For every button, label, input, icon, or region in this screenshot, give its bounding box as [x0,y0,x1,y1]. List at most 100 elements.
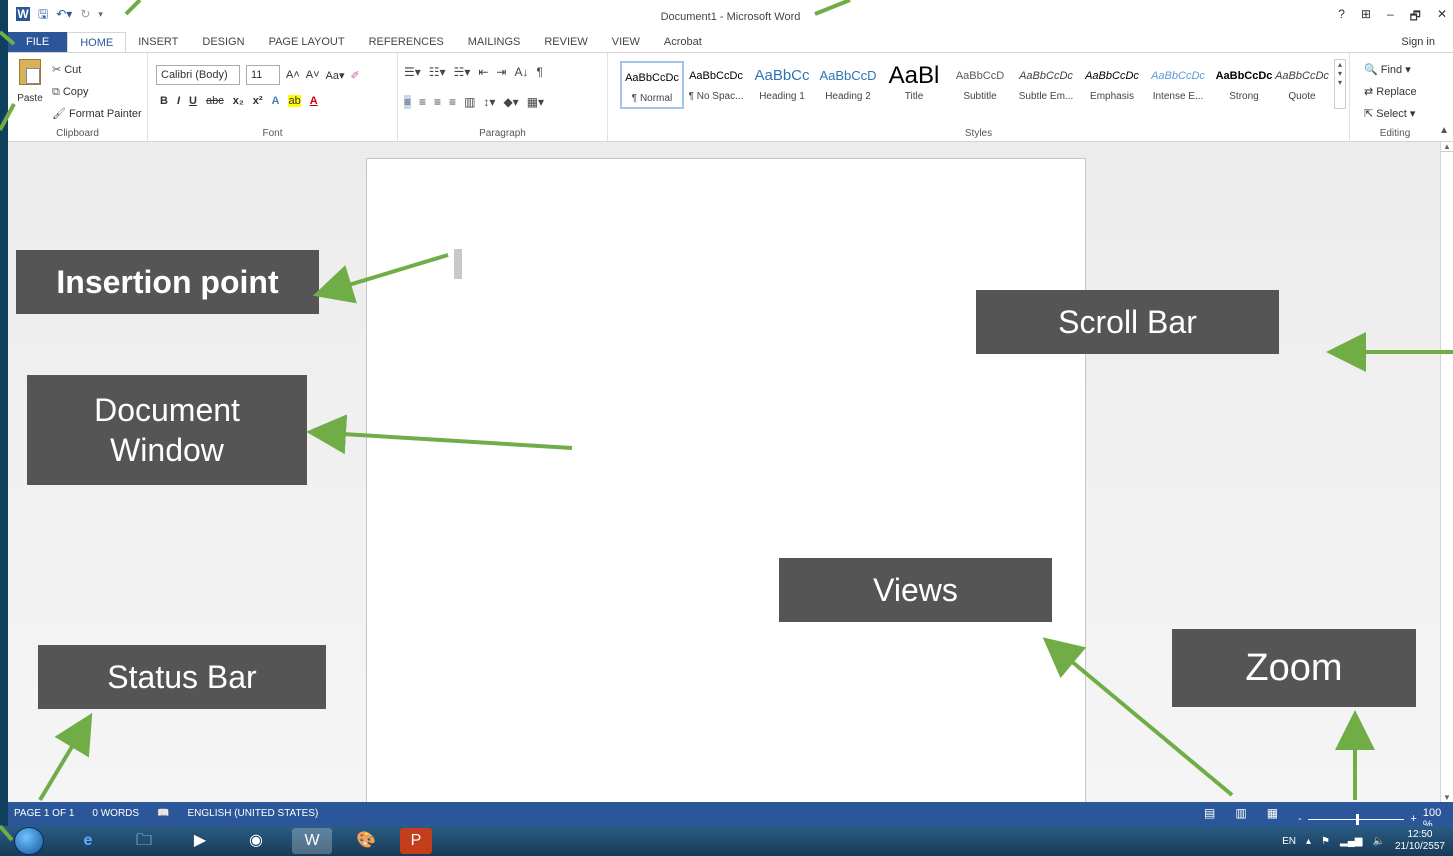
tab-home[interactable]: HOME [67,32,127,52]
volume-icon[interactable]: 🔈 [1372,836,1384,847]
tab-page-layout[interactable]: PAGE LAYOUT [257,32,357,52]
align-center-button[interactable]: ≡ [419,95,426,109]
select-button[interactable]: ⇱ Select ▾ [1364,103,1417,125]
ribbon-display-button[interactable]: ⊞ [1361,7,1371,28]
highlight-button[interactable]: ab [288,95,301,107]
tab-review[interactable]: REVIEW [532,32,599,52]
chrome-icon[interactable]: ◉ [236,828,276,854]
powerpoint-icon[interactable]: P [400,828,432,854]
minimize-button[interactable]: – [1387,7,1394,28]
grow-font-button[interactable]: A˄ [286,69,300,81]
tab-acrobat[interactable]: Acrobat [652,32,714,52]
word-count[interactable]: 0 WORDS [92,808,139,819]
style-heading-2[interactable]: AaBbCcD Heading 2 [816,61,880,109]
start-button[interactable] [14,827,44,855]
page-count[interactable]: PAGE 1 OF 1 [14,808,74,819]
callout-zoom: Zoom [1172,629,1416,707]
bold-button[interactable]: B [160,95,168,107]
strikethrough-button[interactable]: abc [206,95,224,107]
font-color-button[interactable]: A [310,95,318,107]
file-explorer-icon[interactable]: 🗀 [124,828,164,854]
shading-button[interactable]: ◆▾ [503,95,518,109]
change-case-button[interactable]: Aa▾ [326,69,345,82]
format-painter-button[interactable]: 🖌 Format Painter [52,103,142,125]
show-hidden-icons-icon[interactable]: ▴ [1306,836,1311,847]
word-taskbar-icon[interactable]: W [292,828,332,854]
tab-insert[interactable]: INSERT [126,32,190,52]
increase-indent-button[interactable]: ⇥ [496,65,506,79]
sort-button[interactable]: A↓ [514,65,528,79]
style-intense-emphasis[interactable]: AaBbCcDc Intense E... [1146,61,1210,109]
collapse-ribbon-icon[interactable]: ▲ [1439,125,1449,136]
paragraph-row-2: ≡ ≡ ≡ ≡ ▥ ↕▾ ◆▾ ▦▾ [404,95,544,109]
zoom-slider-thumb[interactable] [1355,813,1359,825]
justify-button[interactable]: ≡ [449,95,456,109]
language-indicator[interactable]: ENGLISH (UNITED STATES) [188,808,319,819]
styles-gallery-scroll[interactable]: ▴ ▾ ▾ [1334,59,1346,109]
replace-button[interactable]: ⇄ Replace [1364,81,1417,103]
style-subtle-emphasis[interactable]: AaBbCcDc Subtle Em... [1014,61,1078,109]
italic-button[interactable]: I [177,95,180,107]
style-emphasis[interactable]: AaBbCcDc Emphasis [1080,61,1144,109]
line-spacing-button[interactable]: ↕▾ [483,95,495,109]
help-button[interactable]: ? [1338,7,1345,28]
underline-button[interactable]: U [189,95,197,107]
internet-explorer-icon[interactable]: e [68,828,108,854]
clear-formatting-icon[interactable]: ✐ [351,69,360,82]
read-mode-icon[interactable]: ▤ [1204,806,1215,820]
web-layout-icon[interactable]: ▦ [1267,806,1278,820]
action-center-icon[interactable]: ⚑ [1321,836,1330,847]
style-title[interactable]: AaBl Title [882,61,946,109]
input-language[interactable]: EN [1282,836,1296,847]
text-effects-button[interactable]: A [272,95,280,107]
document-page[interactable] [366,158,1086,818]
align-right-button[interactable]: ≡ [434,95,441,109]
vertical-scrollbar[interactable]: ▲ ▼ [1440,142,1453,802]
borders-button[interactable]: ▦▾ [527,95,544,109]
zoom-in-button[interactable]: + [1410,813,1416,825]
restore-button[interactable]: 🗗 [1410,7,1421,28]
show-marks-button[interactable]: ¶ [536,65,542,79]
tab-file[interactable]: FILE [8,32,68,52]
clock[interactable]: 12:50 21/10/2557 [1395,829,1445,853]
tab-design[interactable]: DESIGN [190,32,256,52]
network-icon[interactable]: ▂▄▆ [1340,836,1362,847]
media-player-icon[interactable]: ▶ [180,828,220,854]
style-heading-1[interactable]: AaBbCc Heading 1 [750,61,814,109]
zoom-out-button[interactable]: - [1298,813,1302,825]
tab-mailings[interactable]: MAILINGS [456,32,533,52]
zoom-slider[interactable] [1307,813,1405,825]
style-preview: AaBbCcDc [1019,70,1073,82]
superscript-button[interactable]: x² [253,95,263,107]
style-strong[interactable]: AaBbCcDc Strong [1212,61,1276,109]
sign-in-link[interactable]: Sign in [1401,32,1435,52]
close-button[interactable]: ✕ [1437,7,1447,28]
style-subtitle[interactable]: AaBbCcD Subtitle [948,61,1012,109]
subscript-button[interactable]: x₂ [233,95,244,107]
zoom-level[interactable]: 100 % [1423,807,1453,826]
multilevel-list-button[interactable]: ☵▾ [454,65,471,79]
style-quote[interactable]: AaBbCcDc Quote [1270,61,1334,109]
style-no-spacing[interactable]: AaBbCcDc ¶ No Spac... [684,61,748,109]
find-button[interactable]: 🔍 Find ▾ [1364,59,1417,81]
decrease-indent-button[interactable]: ⇤ [478,65,488,79]
cut-button[interactable]: ✂ Cut [52,59,142,81]
paint-icon[interactable]: 🎨 [346,828,386,854]
print-layout-icon[interactable]: ▥ [1235,806,1246,820]
align-left-button[interactable]: ≡ [404,95,412,109]
copy-button[interactable]: ⧉ Copy [52,81,142,103]
tab-references[interactable]: REFERENCES [357,32,456,52]
font-size-select[interactable]: 11 [246,65,280,85]
style-normal[interactable]: AaBbCcDc ¶ Normal [620,61,684,109]
bullets-button[interactable]: ☰▾ [404,65,421,79]
scroll-down-icon[interactable]: ▼ [1441,793,1453,802]
font-name-select[interactable]: Calibri (Body) [156,65,240,85]
editing-group: 🔍 Find ▾ ⇄ Replace ⇱ Select ▾ Editing [1350,53,1440,141]
columns-button[interactable]: ▥ [464,95,475,109]
paste-button[interactable]: Paste [16,59,44,104]
scroll-up-icon[interactable]: ▲ [1441,142,1453,152]
proofing-icon[interactable]: 📖 [157,808,169,819]
numbering-button[interactable]: ☷▾ [429,65,446,79]
tab-view[interactable]: VIEW [600,32,652,52]
shrink-font-button[interactable]: A˅ [306,69,320,81]
